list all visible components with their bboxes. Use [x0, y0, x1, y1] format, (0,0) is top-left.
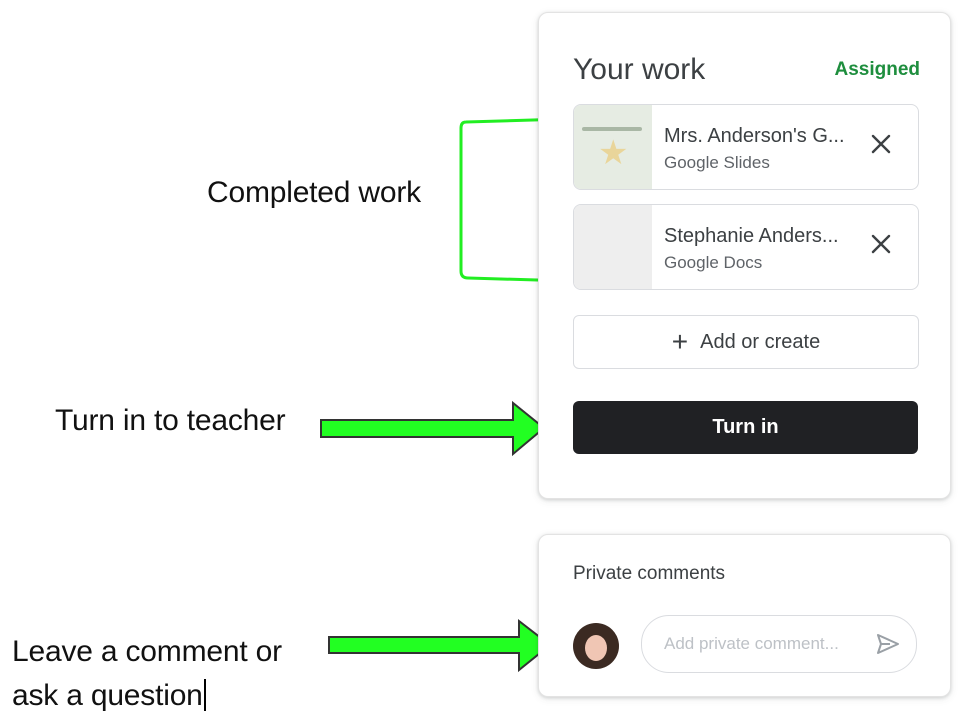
- docs-thumbnail: [574, 205, 652, 289]
- slides-thumbnail: ★: [574, 105, 652, 189]
- private-comments-card: Private comments: [538, 534, 951, 697]
- turn-in-arrow: [320, 400, 546, 457]
- turn-in-button[interactable]: Turn in: [573, 401, 918, 454]
- close-icon[interactable]: [868, 131, 894, 157]
- turn-in-label: Turn in: [712, 416, 779, 438]
- attachment-type: Google Docs: [664, 253, 763, 272]
- send-icon[interactable]: [874, 630, 902, 658]
- leave-comment-line2: ask a question: [12, 674, 282, 718]
- private-comment-field[interactable]: [641, 615, 917, 673]
- status-badge: Assigned: [834, 59, 920, 80]
- your-work-title: Your work: [573, 53, 706, 86]
- close-icon[interactable]: [868, 231, 894, 257]
- text-cursor: [203, 679, 206, 711]
- avatar: [573, 623, 619, 669]
- add-or-create-button[interactable]: + Add or create: [573, 315, 919, 369]
- attachment-slides[interactable]: ★ Mrs. Anderson's G... Google Slides: [573, 104, 919, 190]
- private-comments-title: Private comments: [573, 563, 726, 584]
- attachment-type: Google Slides: [664, 153, 770, 172]
- attachment-name: Stephanie Anders...: [664, 225, 839, 247]
- add-or-create-label: Add or create: [700, 330, 821, 353]
- plus-icon: +: [671, 326, 689, 357]
- attachment-docs[interactable]: Stephanie Anders... Google Docs: [573, 204, 919, 290]
- completed-work-annotation: Completed work: [207, 176, 421, 209]
- leave-comment-line1: Leave a comment or: [12, 635, 282, 668]
- comment-arrow: [328, 618, 552, 673]
- turn-in-annotation: Turn in to teacher: [55, 404, 286, 437]
- private-comment-input[interactable]: [662, 630, 856, 658]
- your-work-card: Your work Assigned ★ Mrs. Anderson's G..…: [538, 12, 951, 499]
- leave-comment-annotation: Leave a comment or ask a question: [12, 630, 282, 718]
- attachment-name: Mrs. Anderson's G...: [664, 125, 845, 147]
